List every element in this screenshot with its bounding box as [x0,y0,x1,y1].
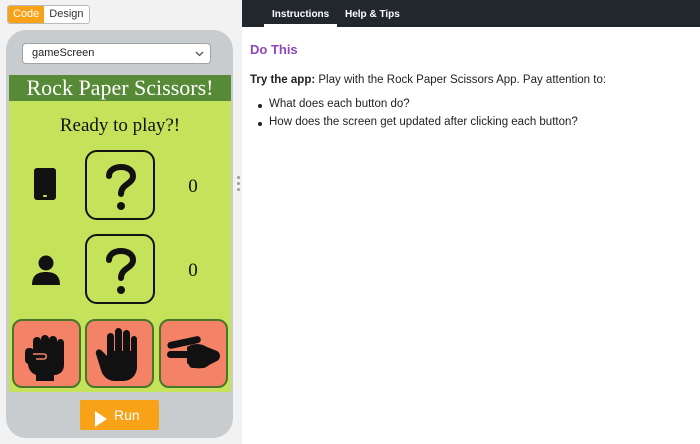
design-mode-button[interactable]: Design [44,6,88,23]
game-screen: Rock Paper Scissors! Ready to play?! 0 0 [9,75,231,392]
list-item: What does each button do? [258,98,578,116]
tab-help-and-tips[interactable]: Help & Tips [345,0,400,27]
play-icon [94,407,108,437]
computer-score: 0 [188,176,198,197]
player-choice-box [85,234,155,304]
instructions-heading: Do This [250,42,298,57]
scissors-hand-icon [167,336,220,369]
try-the-app-body: Play with the Rock Paper Scissors App. P… [315,74,607,86]
ready-label: Ready to play?! [59,115,181,136]
code-mode-button[interactable]: Code [8,6,45,23]
list-item: How does the screen get updated after cl… [258,116,578,134]
player-score: 0 [188,260,198,281]
run-button-label: Run [114,407,140,423]
phone-icon [34,168,56,205]
screen-select-value: gameScreen [32,47,95,59]
run-button[interactable]: Run [80,400,159,430]
fist-icon [25,335,64,381]
app-title: Rock Paper Scissors! [9,75,231,101]
instructions-pane: Instructions Help & Tips Do This Try the… [242,0,700,444]
chevron-down-icon [195,44,204,70]
scissors-button[interactable] [159,319,228,388]
person-icon [32,255,60,290]
question-mark-icon [106,164,137,210]
tab-instructions[interactable]: Instructions [263,0,338,27]
question-mark-icon [106,248,137,294]
instruction-bullets: What does each button do? How does the s… [258,98,578,134]
screen-select-dropdown[interactable]: gameScreen [22,43,211,64]
app-preview-pane: Code Design gameScreen Rock Paper Scisso… [0,0,236,444]
rock-button[interactable] [12,319,81,388]
computer-choice-box [85,150,155,220]
try-the-app-text: Try the app: Play with the Rock Paper Sc… [250,74,606,86]
code-design-toggle[interactable]: Code Design [7,5,90,24]
try-the-app-label: Try the app: [250,74,316,86]
open-hand-icon [95,328,137,381]
instructions-tabbar: Instructions Help & Tips [242,0,700,27]
paper-button[interactable] [85,319,154,388]
